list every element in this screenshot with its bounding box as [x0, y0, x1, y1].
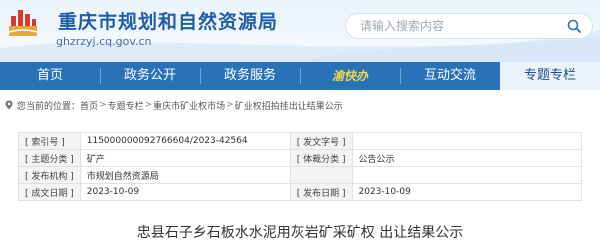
location-pin-icon — [5, 100, 13, 110]
publish-date-value: 2023-10-09 — [351, 183, 582, 201]
nav-item-interaction[interactable]: 互动交流 — [400, 62, 500, 90]
breadcrumb-link-home[interactable]: 首页 — [80, 99, 98, 112]
table-row: [ 主题分类 ] 矿产 [ 体裁分类 ] 公告公示 — [18, 149, 582, 167]
publish-date-label: [ 发布日期 ] — [289, 183, 353, 201]
breadcrumb-separator: > — [144, 100, 153, 110]
doc-number-value — [351, 132, 582, 150]
doc-number-label: [ 发文字号 ] — [289, 132, 353, 150]
main-nav: 首页 政务公开 政务服务 渝快办 互动交流 专题专栏 — [0, 62, 600, 90]
genre-category-value: 公告公示 — [351, 149, 582, 167]
breadcrumb-separator: > — [99, 100, 107, 110]
site-logo-icon[interactable] — [6, 6, 40, 40]
breadcrumb-link-special-topics[interactable]: 专题专栏 — [108, 99, 144, 112]
topic-category-value: 矿产 — [79, 149, 291, 167]
written-date-value: 2023-10-09 — [79, 183, 291, 201]
search-icon[interactable] — [566, 18, 582, 34]
breadcrumb: 您当前的位置： 首页 > 专题专栏 > 重庆市矿业权市场 > 矿业权招拍挂出让结… — [4, 97, 343, 113]
site-header: 重庆市规划和自然资源局 ghzrzyj.cq.gov.cn — [0, 0, 600, 62]
breadcrumb-separator: > — [226, 100, 234, 110]
topic-category-label: [ 主题分类 ] — [18, 149, 81, 167]
breadcrumb-link-mining-market[interactable]: 重庆市矿业权市场 — [153, 99, 225, 112]
document-title: 忠县石子乡石板水水泥用灰岩矿采矿权 出让结果公示 — [136, 225, 464, 241]
nav-item-yukuaiban[interactable]: 渝快办 — [300, 62, 400, 90]
site-title[interactable]: 重庆市规划和自然资源局 — [58, 7, 278, 34]
breadcrumb-colon: ： — [71, 101, 81, 112]
nav-item-home[interactable]: 首页 — [0, 62, 100, 90]
publisher-value: 市规划自然资源局 — [79, 166, 291, 184]
empty-value — [351, 166, 582, 184]
document-info-table: [ 索引号 ] 11500000009276660​4/2023-42564 [… — [18, 132, 582, 201]
publisher-label: [ 发布机构 ] — [18, 166, 81, 184]
index-number-label: [ 索引号 ] — [18, 132, 81, 150]
site-url: ghzrzyj.cq.gov.cn — [56, 35, 152, 48]
written-date-label: [ 成文日期 ] — [18, 183, 81, 201]
nav-item-public-affairs[interactable]: 政务公开 — [100, 62, 200, 90]
empty-label — [289, 166, 353, 184]
search-input[interactable] — [360, 17, 550, 35]
breadcrumb-label: 您当前的位置 — [17, 101, 72, 112]
table-row: [ 成文日期 ] 2023-10-09 [ 发布日期 ] 2023-10-09 — [18, 183, 582, 201]
search-box[interactable] — [345, 13, 593, 39]
table-row: [ 发布机构 ] 市规划自然资源局 — [18, 166, 582, 184]
nav-item-gov-services[interactable]: 政务服务 — [200, 62, 300, 90]
genre-category-label: [ 体裁分类 ] — [289, 149, 353, 167]
table-row: [ 索引号 ] 11500000009276660​4/2023-42564 [… — [18, 132, 582, 150]
nav-item-special-topics[interactable]: 专题专栏 — [500, 62, 600, 90]
breadcrumb-link-results[interactable]: 矿业权招拍挂出让结果公示 — [235, 99, 343, 112]
index-number-value: 11500000009276660​4/2023-42564 — [79, 132, 291, 150]
